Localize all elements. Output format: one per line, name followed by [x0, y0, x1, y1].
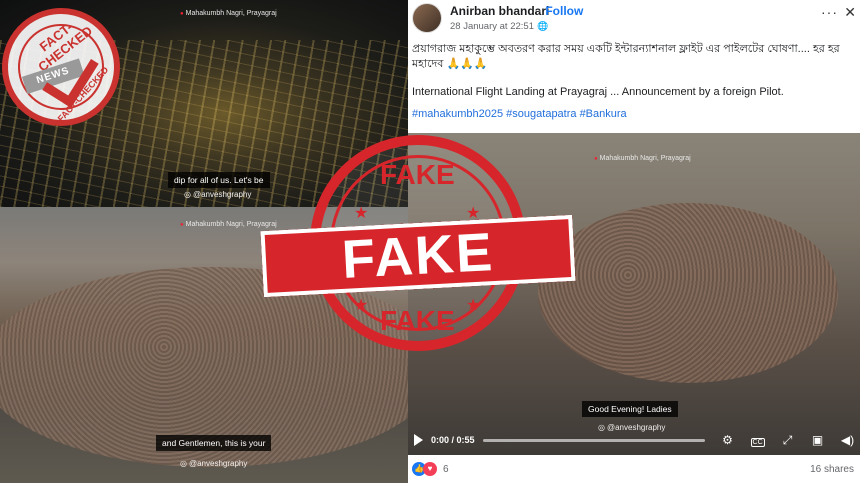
love-reaction-icon[interactable]: ♥	[423, 462, 437, 476]
star-icon: ★	[466, 297, 481, 314]
settings-gear-icon[interactable]: ⚙	[721, 433, 735, 447]
subtitle-caption: dip for all of us. Let's be	[168, 172, 270, 188]
fake-ribbon: FAKE	[260, 214, 576, 298]
video-progress-bar[interactable]	[482, 438, 705, 442]
crowd-texture	[538, 203, 838, 383]
hashtags[interactable]: #mahakumbh2025 #sougatapatra #Bankura	[412, 108, 627, 120]
video-time: 0:00 / 0:55	[431, 435, 475, 445]
post-date-text: 28 January at 22:51	[450, 21, 534, 32]
facebook-post-header: Anirban bhandari Follow 28 January at 22…	[408, 0, 860, 133]
star-icon: ★	[354, 297, 369, 314]
subtitle-caption: and Gentlemen, this is your	[156, 435, 272, 451]
reaction-count[interactable]: 6	[443, 464, 449, 475]
author-name[interactable]: Anirban bhandari	[450, 4, 549, 18]
fake-stamp: FAKE ★ ★ FAKE ★ ★ FAKE	[260, 135, 576, 365]
volume-icon[interactable]: ◀)	[841, 433, 855, 447]
fake-text-top: FAKE	[380, 159, 455, 190]
subtitle-caption: Good Evening! Ladies	[582, 401, 678, 417]
location-tag: Mahakumbh Nagri, Prayagraj	[594, 155, 691, 162]
watermark: @anveshgraphy	[180, 459, 247, 468]
picture-in-picture-icon[interactable]: ▣	[811, 433, 825, 447]
play-icon[interactable]	[414, 434, 423, 446]
post-text-bengali: প্রয়াগরাজ মহাকুম্ভে অবতরণ করার সময় একট…	[412, 43, 840, 70]
follow-link[interactable]: Follow	[538, 4, 583, 18]
closed-captions-icon[interactable]: CC	[750, 433, 765, 447]
shares-count[interactable]: 16 shares	[810, 464, 854, 475]
avatar[interactable]	[412, 3, 442, 33]
post-date[interactable]: 28 January at 22:51 🌐	[450, 21, 548, 32]
star-icon: ★	[354, 205, 369, 222]
video-controls: 0:00 / 0:55 ⚙ CC ⤢ ▣ ◀)	[408, 425, 860, 455]
fullscreen-icon[interactable]: ⤢	[781, 433, 795, 448]
post-footer: 👍 ♥ 6 16 shares	[408, 455, 860, 483]
watermark: @anveshgraphy	[184, 190, 251, 199]
more-options-icon[interactable]: ···	[821, 4, 838, 20]
fake-text-bottom: FAKE	[380, 305, 455, 336]
post-text-english: International Flight Landing at Prayagra…	[412, 86, 784, 98]
globe-icon: 🌐	[536, 21, 549, 31]
close-icon[interactable]: ✕	[844, 4, 856, 21]
location-tag: Mahakumbh Nagri, Prayagraj	[180, 10, 277, 17]
